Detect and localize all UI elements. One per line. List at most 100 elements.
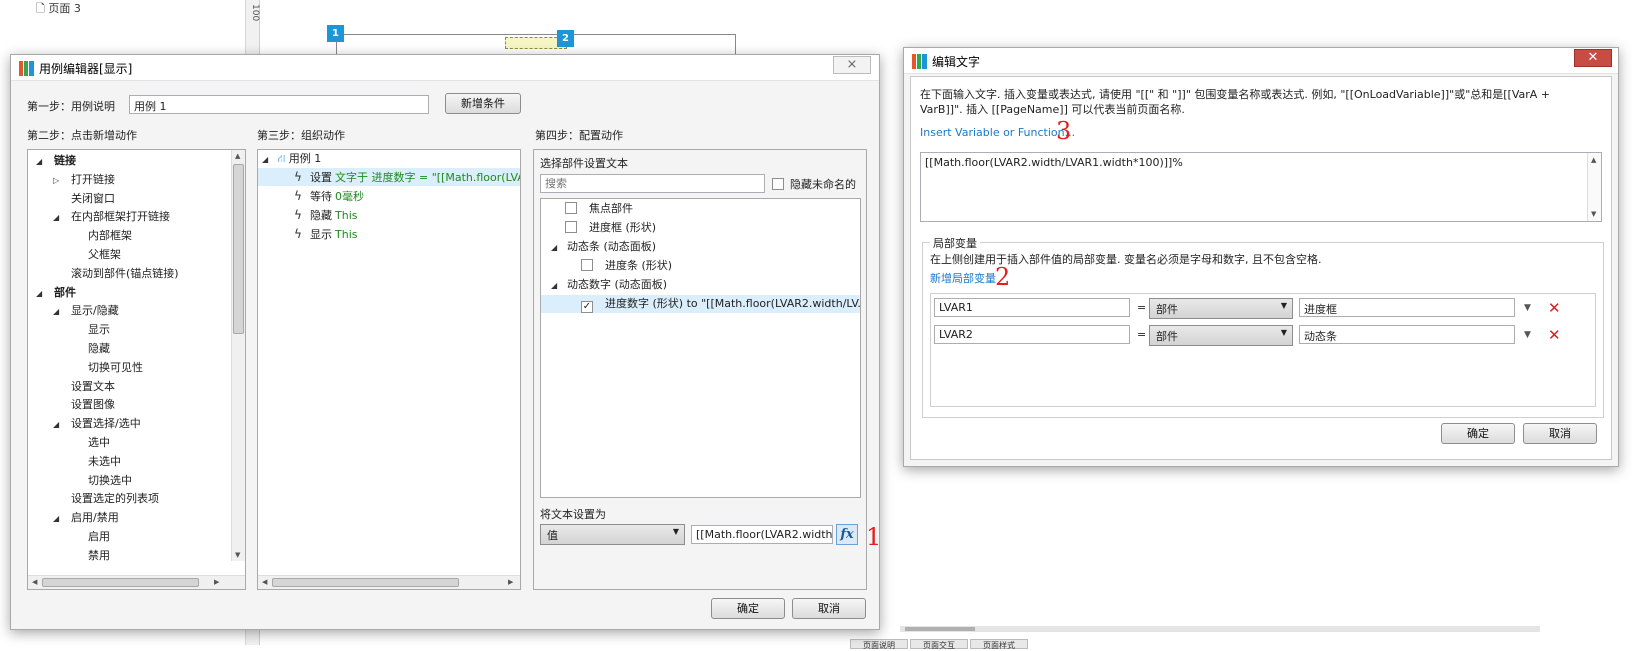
case-editor-ok-button[interactable]: 确定 xyxy=(711,598,785,619)
scroll-thumb[interactable] xyxy=(42,578,199,587)
case-editor-close-button[interactable]: ⨯ xyxy=(833,56,871,74)
organize-action-item[interactable]: ϟ 显示 This xyxy=(258,225,520,243)
action-tree-item[interactable]: 滚动到部件(锚点链接) xyxy=(53,265,179,283)
scroll-up-icon[interactable]: ▲ xyxy=(235,152,240,160)
tab-page-notes[interactable]: 页面说明 xyxy=(850,639,908,650)
widget-checkbox[interactable]: ✓ xyxy=(581,301,593,313)
scroll-left-icon[interactable]: ◀ xyxy=(262,578,267,586)
action-tree-item[interactable]: 选中 xyxy=(70,434,110,452)
widget-checkbox[interactable] xyxy=(581,259,593,271)
scroll-right-icon[interactable]: ▶ xyxy=(508,578,513,586)
action-tree-label: 设置文本 xyxy=(71,379,115,393)
hide-unnamed-label: 隐藏未命名的 xyxy=(790,178,856,191)
action-tree-item[interactable]: 父框架 xyxy=(70,246,121,264)
action-tree-item[interactable]: ◢ 设置选择/选中 xyxy=(53,415,141,433)
scroll-left-icon[interactable]: ◀ xyxy=(32,578,37,586)
case-name-input[interactable]: 用例 1 xyxy=(129,95,429,114)
collapse-icon[interactable]: ◢ xyxy=(53,416,65,434)
scroll-right-icon[interactable]: ▶ xyxy=(214,578,219,586)
scroll-down-icon[interactable]: ▼ xyxy=(235,551,240,559)
action-tree-item[interactable]: 内部框架 xyxy=(70,227,132,245)
action-tree-item[interactable]: 显示 xyxy=(70,321,110,339)
case-editor-cancel-button[interactable]: 取消 xyxy=(792,598,866,619)
sitemap-page-item[interactable]: 🗋 页面 3 xyxy=(36,0,81,19)
action-tree-item[interactable]: ◢ 在内部框架打开链接 xyxy=(53,208,170,226)
canvas-scroll-thumb[interactable] xyxy=(905,627,975,631)
chevron-down-icon[interactable]: ▼ xyxy=(1524,303,1531,313)
widget-list-item[interactable]: 进度框 (形状) xyxy=(541,219,860,237)
collapse-icon[interactable]: ◢ xyxy=(551,277,563,295)
value-type-select[interactable]: 值 ▼ xyxy=(540,524,685,545)
hide-unnamed-check[interactable] xyxy=(772,178,784,190)
widget-list-item[interactable]: 焦点部件 xyxy=(541,200,860,218)
organize-action-item[interactable]: ϟ 隐藏 This xyxy=(258,206,520,224)
collapse-icon[interactable]: ◢ xyxy=(53,303,65,321)
var-type-select[interactable]: 部件 ▼ xyxy=(1149,298,1293,319)
action-tree-item[interactable]: 切换选中 xyxy=(70,472,132,490)
scroll-down-icon[interactable]: ▼ xyxy=(1591,210,1596,218)
delete-variable-icon[interactable]: ✕ xyxy=(1548,299,1561,317)
widget-search-input[interactable] xyxy=(540,174,765,193)
edit-text-ok-button[interactable]: 确定 xyxy=(1441,423,1515,444)
widget-checkbox[interactable] xyxy=(565,221,577,233)
organize-hscroll[interactable]: ◀ ▶ xyxy=(258,575,520,589)
expression-vscroll[interactable]: ▲ ▼ xyxy=(1587,153,1601,221)
var-target-input[interactable]: 动态条 xyxy=(1299,325,1515,344)
organize-action-item[interactable]: ϟ 等待 0毫秒 xyxy=(258,187,520,205)
action-tree-label: 父框架 xyxy=(88,248,121,261)
add-condition-button[interactable]: 新增条件 xyxy=(445,93,521,114)
widget-list-item[interactable]: 进度条 (形状) xyxy=(541,257,860,275)
collapse-icon[interactable]: ◢ xyxy=(53,510,65,528)
action-tree-item[interactable]: 关闭窗口 xyxy=(53,190,115,208)
tab-page-style[interactable]: 页面样式 xyxy=(970,639,1028,650)
widget-list-item[interactable]: ◢ 动态数字 (动态面板) xyxy=(541,276,860,294)
hide-unnamed-checkbox[interactable]: 隐藏未命名的 xyxy=(772,176,856,192)
edit-text-cancel-button[interactable]: 取消 xyxy=(1523,423,1597,444)
expression-textarea[interactable]: [[Math.floor(LVAR2.width/LVAR1.width*100… xyxy=(920,152,1602,222)
var-type-select[interactable]: 部件 ▼ xyxy=(1149,325,1293,346)
action-tree-item[interactable]: 未选中 xyxy=(70,453,121,471)
expand-icon[interactable]: ▷ xyxy=(53,172,65,190)
action-tree-item[interactable]: 隐藏 xyxy=(70,340,110,358)
scroll-thumb[interactable] xyxy=(272,578,459,587)
action-tree-item[interactable]: 启用 xyxy=(70,528,110,546)
add-local-variable-link[interactable]: 新增局部变量 xyxy=(930,270,996,286)
local-vars-description: 在上侧创建用于插入部件值的局部变量. 变量名必须是字母和数字, 且不包含空格. xyxy=(930,253,1322,266)
scroll-thumb[interactable] xyxy=(233,164,244,334)
chevron-down-icon[interactable]: ▼ xyxy=(1524,330,1531,340)
tab-page-interactions[interactable]: 页面交互 xyxy=(910,639,968,650)
action-tree-item[interactable]: 设置图像 xyxy=(53,396,115,414)
collapse-icon[interactable]: ◢ xyxy=(262,151,274,169)
action-tree-item[interactable]: 切换可见性 xyxy=(70,359,143,377)
widget-list-item[interactable]: ✓ 进度数字 (形状) to "[[Math.floor(LVAR2.width/… xyxy=(541,295,860,313)
action-tree-item[interactable]: 设置选定的列表项 xyxy=(53,490,159,508)
collapse-icon[interactable]: ◢ xyxy=(53,209,65,227)
organize-action-item[interactable]: ϟ 设置 文字于 进度数字 = "[[Math.floor(LVAR xyxy=(258,168,520,186)
action-tree-item[interactable]: ◢ 链接 xyxy=(36,152,76,170)
fx-button[interactable]: fx xyxy=(836,524,858,545)
widget-list-item[interactable]: ◢ 动态条 (动态面板) xyxy=(541,238,860,256)
var-target-input[interactable]: 进度框 xyxy=(1299,298,1515,317)
collapse-icon[interactable]: ◢ xyxy=(36,285,48,303)
collapse-icon[interactable]: ◢ xyxy=(36,153,48,171)
action-tree-item[interactable]: ◢ 显示/隐藏 xyxy=(53,302,119,320)
actions-tree-vscroll[interactable]: ▲ ▼ xyxy=(231,150,245,561)
value-text-input[interactable]: [[Math.floor(LVAR2.width/LVA xyxy=(691,525,833,544)
canvas-horizontal-scrollbar[interactable] xyxy=(900,626,1540,632)
var-name-input[interactable]: LVAR2 xyxy=(934,325,1130,344)
var-name-input[interactable]: LVAR1 xyxy=(934,298,1130,317)
action-tree-item[interactable]: 设置文本 xyxy=(53,378,115,396)
case-node[interactable]: ◢ ⛙ 用例 1 xyxy=(262,150,321,168)
insert-variable-link[interactable]: Insert Variable or Function... xyxy=(920,126,1075,139)
action-tree-label: 显示 xyxy=(88,323,110,337)
edit-text-close-button[interactable]: ✕ xyxy=(1574,49,1612,67)
widget-checkbox[interactable] xyxy=(565,202,577,214)
action-tree-item[interactable]: ◢ 部件 xyxy=(36,284,76,302)
action-tree-item[interactable]: 禁用 xyxy=(70,547,110,565)
scroll-up-icon[interactable]: ▲ xyxy=(1591,156,1596,164)
action-tree-item[interactable]: ◢ 启用/禁用 xyxy=(53,509,119,527)
action-tree-item[interactable]: ▷ 打开链接 xyxy=(53,171,115,189)
delete-variable-icon[interactable]: ✕ xyxy=(1548,326,1561,344)
actions-tree-hscroll[interactable]: ◀ ▶ xyxy=(28,575,245,589)
collapse-icon[interactable]: ◢ xyxy=(551,239,563,257)
